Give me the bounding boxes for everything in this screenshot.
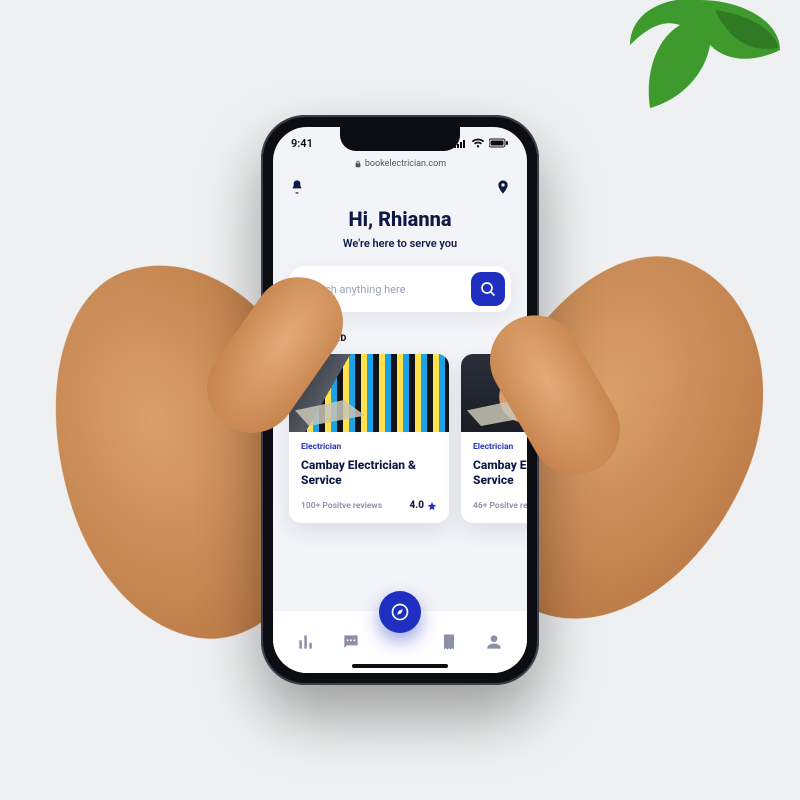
wifi-icon xyxy=(471,138,485,148)
person-icon xyxy=(484,632,504,652)
notifications-button[interactable] xyxy=(289,179,305,199)
receipt-icon xyxy=(439,632,459,652)
chat-icon xyxy=(341,632,361,652)
decorative-leaf xyxy=(620,0,780,110)
bar-chart-icon xyxy=(296,632,316,652)
suggested-cards[interactable]: Electrician Cambay Electrician & Service… xyxy=(289,354,511,523)
location-pin-icon xyxy=(495,179,511,195)
lock-icon xyxy=(354,160,362,168)
status-time: 9:41 xyxy=(291,137,313,150)
nav-explore-fab[interactable] xyxy=(379,591,421,633)
location-button[interactable] xyxy=(495,179,511,199)
service-card-reviews: 46+ Positve reviews xyxy=(473,501,527,511)
compass-icon xyxy=(390,602,410,622)
greeting-subtitle: We're here to serve you xyxy=(289,237,511,250)
nav-bookings[interactable] xyxy=(431,632,467,652)
search-button[interactable] xyxy=(471,272,505,306)
home-indicator xyxy=(352,664,448,668)
phone-screen: 9:41 bookelectrician.com Hi, Rhianna xyxy=(273,127,527,673)
service-card-rating: 4.0 xyxy=(410,500,438,511)
nav-profile[interactable] xyxy=(476,632,512,652)
browser-url-bar[interactable]: bookelectrician.com xyxy=(273,159,527,173)
service-card-reviews: 100+ Positve reviews xyxy=(301,501,382,511)
browser-url-text: bookelectrician.com xyxy=(365,159,446,169)
greeting-title: Hi, Rhianna xyxy=(289,207,511,231)
bell-icon xyxy=(289,179,305,195)
service-card-title: Cambay Electrician & Service xyxy=(473,458,527,488)
search-icon xyxy=(480,281,496,297)
nav-stats[interactable] xyxy=(288,632,324,652)
service-card-title: Cambay Electrician & Service xyxy=(301,458,437,488)
phone-notch xyxy=(340,127,460,151)
service-card[interactable]: Electrician Cambay Electrician & Service… xyxy=(289,354,449,523)
phone-frame: 9:41 bookelectrician.com Hi, Rhianna xyxy=(261,115,539,685)
battery-icon xyxy=(489,138,509,148)
nav-chat[interactable] xyxy=(333,632,369,652)
bottom-nav xyxy=(273,611,527,673)
star-icon xyxy=(427,501,437,511)
service-card-category: Electrician xyxy=(301,442,437,452)
service-card-category: Electrician xyxy=(473,442,527,452)
